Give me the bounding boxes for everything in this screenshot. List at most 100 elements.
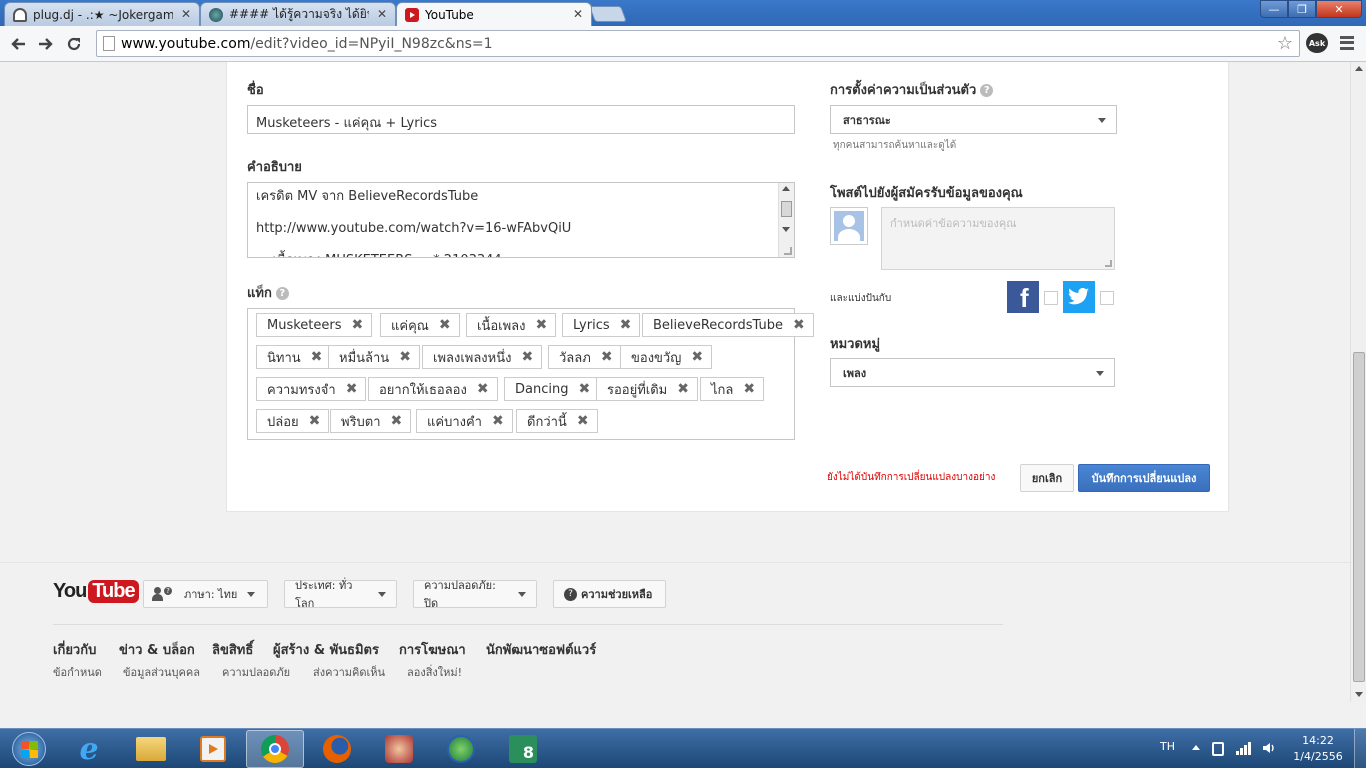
footer-sublink[interactable]: ลองสิ่งใหม่! [407,663,462,681]
twitter-checkbox[interactable] [1100,291,1114,305]
tag-chip[interactable]: แค่คุณ ✖ [380,313,460,337]
footer-sublink[interactable]: ส่งความคิดเห็น [313,663,385,681]
description-textarea[interactable]: เครดิต MV จาก BelieveRecordsTube http://… [247,182,795,258]
remove-tag-icon[interactable]: ✖ [601,349,613,365]
new-tab-button[interactable] [589,6,627,22]
description-scroll-thumb[interactable] [781,201,792,217]
tab-plugdj[interactable]: plug.dj - .:★ ~Jokergame ✕ [4,2,200,26]
remove-tag-icon[interactable]: ✖ [793,317,805,333]
tag-chip[interactable]: Musketeers ✖ [256,313,373,337]
chrome-taskbar-button[interactable] [246,730,304,768]
remove-tag-icon[interactable]: ✖ [535,317,547,333]
help-button[interactable]: ? ความช่วยเหลือ [553,580,666,608]
tag-chip[interactable]: อยากให้เธอลอง ✖ [368,377,498,401]
volume-icon[interactable] [1262,741,1276,755]
footer-link[interactable]: การโฆษณา [399,639,466,660]
device-icon[interactable] [1212,742,1224,756]
tag-chip[interactable]: วัลลภ ✖ [548,345,622,369]
bookmark-star-icon[interactable]: ☆ [1277,33,1293,54]
remove-tag-icon[interactable]: ✖ [677,381,689,397]
tag-chip[interactable]: แค่บางคำ ✖ [416,409,513,433]
tag-chip[interactable]: ไกล ✖ [700,377,765,401]
privacy-select[interactable]: สาธารณะ [830,105,1117,134]
youtube-logo[interactable]: You Tube [53,580,139,603]
close-icon[interactable]: ✕ [573,7,583,21]
page-scrollbar[interactable] [1350,62,1366,702]
footer-link[interactable]: เกี่ยวกับ [53,639,96,660]
footer-link[interactable]: ลิขสิทธิ์ [212,639,253,660]
media-player-taskbar-button[interactable] [184,730,242,768]
remove-tag-icon[interactable]: ✖ [743,381,755,397]
remove-tag-icon[interactable]: ✖ [346,381,358,397]
menu-button[interactable] [1338,34,1356,52]
facebook-share-button[interactable]: f [1007,281,1039,313]
help-icon[interactable]: ? [980,84,994,97]
firefox-taskbar-button[interactable] [308,730,366,768]
address-bar[interactable]: www.youtube.com/edit?video_id=NPyiI_N98z… [96,30,1300,57]
remove-tag-icon[interactable]: ✖ [620,317,632,333]
tag-chip[interactable]: Dancing ✖ [504,377,600,401]
footer-link[interactable]: ข่าว & บล็อก [119,639,195,660]
explorer-taskbar-button[interactable] [122,730,180,768]
start-button[interactable] [2,729,56,768]
show-desktop-button[interactable] [1354,729,1366,768]
remove-tag-icon[interactable]: ✖ [477,381,489,397]
scroll-down-icon[interactable] [1355,692,1363,697]
tag-chip[interactable]: ของขวัญ ✖ [620,345,713,369]
tag-chip[interactable]: Lyrics ✖ [562,313,641,337]
facebook-checkbox[interactable] [1044,291,1058,305]
footer-link[interactable]: นักพัฒนาซอฟต์แวร์ [486,639,596,660]
tag-chip[interactable]: เนื้อเพลง ✖ [466,313,557,337]
maximize-button[interactable]: ❐ [1288,0,1316,18]
tag-chip[interactable]: รออยู่ที่เดิม ✖ [596,377,698,401]
safety-button[interactable]: ความปลอดภัย: ปิด [413,579,537,610]
download-manager-taskbar-button[interactable] [432,730,490,768]
remove-tag-icon[interactable]: ✖ [352,317,364,333]
remove-tag-icon[interactable]: ✖ [311,349,323,365]
footer-sublink[interactable]: ข้อมูลส่วนบุคคล [123,663,200,681]
remove-tag-icon[interactable]: ✖ [578,381,590,397]
clock[interactable]: 14:22 1/4/2556 [1290,733,1346,765]
show-hidden-icons-button[interactable] [1192,745,1200,750]
ask-toolbar-button[interactable]: Ask [1306,33,1328,53]
twitter-share-button[interactable] [1063,281,1095,313]
remove-tag-icon[interactable]: ✖ [691,349,703,365]
reload-button[interactable] [62,32,86,56]
help-icon[interactable]: ? [275,287,289,300]
back-button[interactable] [6,32,30,56]
tag-chip[interactable]: เพลงเพลงหนึ่ง ✖ [422,345,543,369]
category-select[interactable]: เพลง [830,358,1115,387]
post-message-input[interactable]: กำหนดค่าข้อความของคุณ [881,207,1115,270]
scroll-up-icon[interactable] [782,186,790,191]
input-language[interactable]: TH [1160,740,1175,753]
tag-chip[interactable]: นิทาน ✖ [256,345,332,369]
remove-tag-icon[interactable]: ✖ [439,317,451,333]
tag-chip[interactable]: ความทรงจำ ✖ [256,377,367,401]
scroll-down-icon[interactable] [782,227,790,232]
remove-tag-icon[interactable]: ✖ [492,413,504,429]
remove-tag-icon[interactable]: ✖ [521,349,533,365]
game-taskbar-button[interactable] [370,730,428,768]
remove-tag-icon[interactable]: ✖ [391,413,403,429]
tags-box[interactable]: Musketeers ✖ แค่คุณ ✖ เนื้อเพลง ✖ Lyrics ✖ Belie… [247,308,814,440]
minimize-button[interactable]: — [1260,0,1288,18]
remove-tag-icon[interactable]: ✖ [577,413,589,429]
description-scrollbar[interactable] [778,183,794,257]
close-icon[interactable]: ✕ [181,7,191,21]
close-icon[interactable]: ✕ [377,7,387,21]
remove-tag-icon[interactable]: ✖ [399,349,411,365]
forward-button[interactable] [34,32,58,56]
ie-taskbar-button[interactable]: e [60,730,118,768]
footer-sublink[interactable]: ข้อกำหนด [53,663,102,681]
tag-chip[interactable]: ปล่อย ✖ [256,409,330,433]
tag-chip[interactable]: พริบตา ✖ [330,409,412,433]
title-input[interactable]: Musketeers - แค่คุณ + Lyrics [247,105,795,134]
country-button[interactable]: ประเทศ: ทั่วโลก [284,579,397,610]
app8-taskbar-button[interactable]: 8 [494,730,552,768]
resize-grip-icon[interactable] [1105,260,1112,267]
scroll-up-icon[interactable] [1355,66,1363,71]
tab-thread[interactable]: #### ได้รู้ความจริง ได้ยินกว่า ✕ [200,2,396,26]
tab-youtube[interactable]: YouTube ✕ [396,2,592,26]
page-scroll-thumb[interactable] [1353,352,1365,682]
footer-sublink[interactable]: ความปลอดภัย [222,663,290,681]
